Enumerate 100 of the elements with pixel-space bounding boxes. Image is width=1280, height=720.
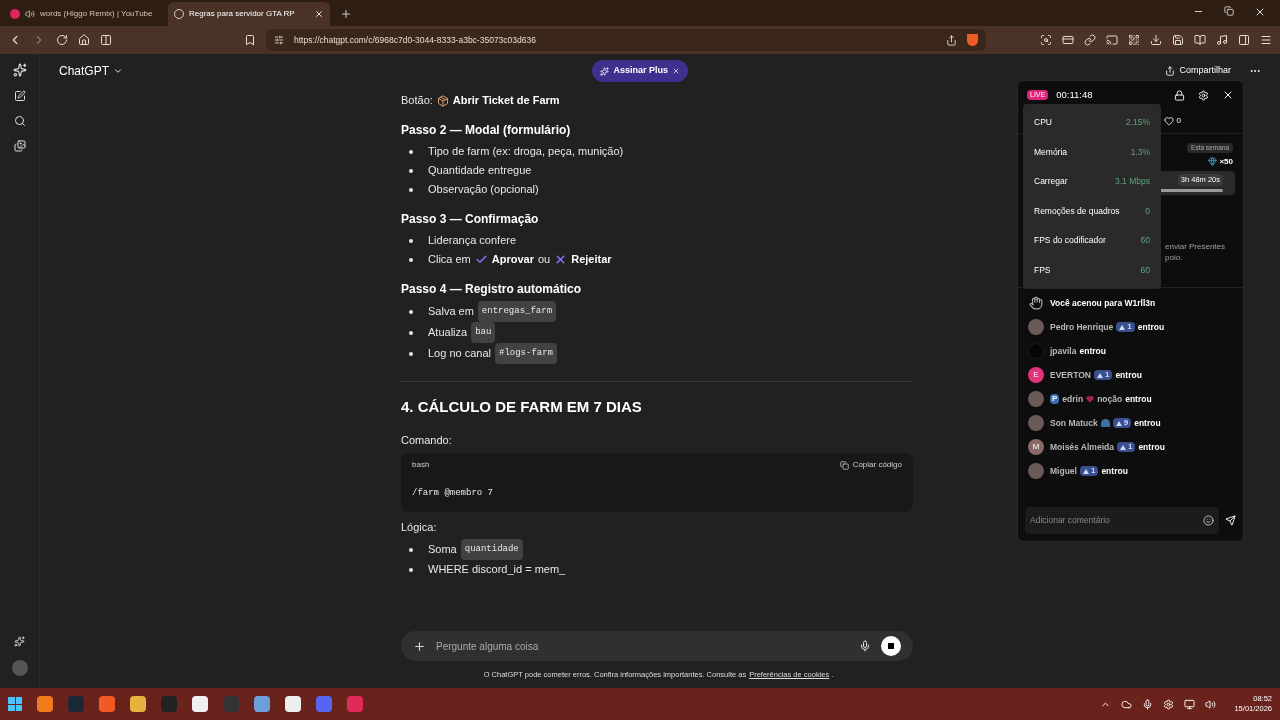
bullet-icon [409, 567, 413, 572]
close-tab-icon[interactable] [314, 9, 324, 19]
reader-icon[interactable] [1194, 34, 1206, 46]
app-icon[interactable] [192, 696, 208, 712]
home-icon[interactable] [78, 34, 90, 46]
qr-code-icon[interactable] [1128, 34, 1140, 46]
text: Liderança confere [428, 233, 517, 248]
browser-tab[interactable]: Regras para servidor GTA RP [168, 2, 330, 26]
message-input[interactable]: Pergunte alguma coisa [436, 638, 849, 654]
app-icon[interactable] [254, 696, 270, 712]
settings-icon[interactable] [1163, 698, 1175, 710]
text: Log no canal [428, 346, 491, 361]
avatar-photo-placeholder [1028, 463, 1044, 479]
wallet-icon[interactable] [1062, 34, 1074, 46]
bullet-icon [409, 257, 413, 262]
share-icon [1165, 66, 1176, 76]
check-icon [474, 253, 488, 266]
app-icon[interactable] [285, 696, 301, 712]
download-icon[interactable] [1150, 34, 1162, 46]
user-tag: P [1050, 394, 1060, 404]
send-icon[interactable] [1225, 515, 1236, 526]
monitor-icon[interactable] [1184, 698, 1196, 710]
bullet-icon [409, 168, 413, 173]
level-badge: 1 [1116, 442, 1136, 452]
close-icon [672, 67, 680, 75]
search-icon[interactable] [13, 115, 26, 127]
comment-action: entrou [1079, 344, 1106, 358]
text: Tipo de farm (ex: droga, peça, munição) [428, 144, 624, 159]
inline-code: #logs-farm [495, 343, 557, 364]
mic-icon[interactable] [859, 640, 871, 652]
text: Quantidade entregue [428, 163, 532, 178]
comment-text: Você acenou para W1rll3n [1050, 296, 1156, 310]
app-icon[interactable] [130, 696, 146, 712]
heart-icon[interactable] [1163, 116, 1174, 126]
text: Salva em [428, 304, 474, 319]
emoji-icon[interactable] [1203, 515, 1214, 526]
mic-icon[interactable] [1142, 698, 1154, 710]
section-heading: Passo 3 — Confirmação [401, 211, 540, 228]
stat-label: Remoções de quadros [1034, 204, 1120, 218]
app-icon[interactable] [37, 696, 53, 712]
comment-input[interactable]: Adicionar comentário [1030, 514, 1203, 527]
close-icon[interactable] [1254, 6, 1266, 18]
volume-icon[interactable] [1205, 698, 1217, 710]
comment-field[interactable]: Adicionar comentário [1025, 507, 1219, 534]
user-name-suffix: noção [1097, 392, 1123, 406]
copy-code-button[interactable]: Copiar código [839, 459, 902, 471]
text: Lógica: [401, 520, 437, 535]
comment-action: entrou [1115, 368, 1142, 382]
url-text: https://chatgpt.com/c/6968c7d0-3044-8333-a3bc-35073c03d636 [294, 33, 537, 47]
stat-label: Memória [1034, 145, 1068, 159]
restore-icon[interactable] [1224, 6, 1234, 16]
stop-button[interactable] [881, 636, 901, 656]
live-timer: 00:11:48 [1056, 87, 1093, 102]
library-icon[interactable] [13, 140, 26, 152]
lock-icon[interactable] [1174, 89, 1185, 101]
cast-icon[interactable] [1106, 34, 1118, 46]
music-icon[interactable] [1216, 34, 1228, 46]
inline-code: entregas_farm [477, 301, 557, 322]
sidebar-icon[interactable] [100, 34, 112, 46]
new-chat-icon[interactable] [13, 90, 26, 102]
close-icon[interactable] [1222, 89, 1234, 101]
start-icon[interactable] [8, 697, 22, 711]
settings-icon[interactable] [1198, 89, 1209, 101]
browser-tab[interactable]: words (Higgo Remix) | YouTube [4, 2, 166, 26]
stat-value: 2.15% [1125, 116, 1150, 130]
text: Observação (opcional) [428, 182, 539, 197]
inline-code: bau [471, 322, 496, 343]
text: WHERE discord_id = mem_ [428, 562, 566, 577]
level-badge: 9 [1112, 418, 1132, 428]
cloud-icon[interactable] [1121, 698, 1133, 710]
bookmark-icon[interactable] [244, 34, 256, 46]
address-bar[interactable]: https://chatgpt.com/c/6968c7d0-3044-8333-a3bc-35073c03d636 [266, 29, 986, 51]
user-name: Pedro Henrique [1050, 320, 1114, 334]
gem-icon [1208, 157, 1218, 167]
link-icon[interactable] [1084, 34, 1096, 46]
new-tab-icon[interactable] [340, 8, 352, 20]
share-button[interactable]: Compartilhar [1165, 64, 1231, 78]
avatar: M [1028, 439, 1044, 455]
message-field[interactable]: Pergunte alguma coisa [401, 631, 913, 661]
text: ou [538, 252, 551, 267]
wave-icon [1028, 296, 1044, 310]
code-language: bash [412, 459, 430, 471]
menu-icon[interactable] [1260, 34, 1272, 46]
site-settings-icon[interactable] [274, 35, 284, 45]
like-count: 0 [1176, 115, 1181, 127]
sparkle-icon[interactable] [14, 636, 25, 647]
share-icon[interactable] [946, 34, 957, 46]
comment-action: entrou [1101, 464, 1128, 478]
panel-icon[interactable] [1238, 34, 1250, 46]
model-selector[interactable]: ChatGPT [59, 62, 123, 80]
package-icon [436, 94, 449, 107]
screenshot-icon[interactable] [1040, 34, 1052, 46]
stat-label: Carregar [1034, 175, 1068, 189]
inline-code: quantidade [460, 539, 523, 560]
reload-icon[interactable] [56, 34, 68, 46]
upgrade-button[interactable]: Assinar Plus [592, 60, 688, 82]
stat-value: 1.3% [1130, 145, 1150, 159]
attach-icon[interactable] [413, 639, 426, 653]
gift-text: enviar Presentes [1165, 241, 1227, 252]
save-icon[interactable] [1172, 34, 1184, 46]
